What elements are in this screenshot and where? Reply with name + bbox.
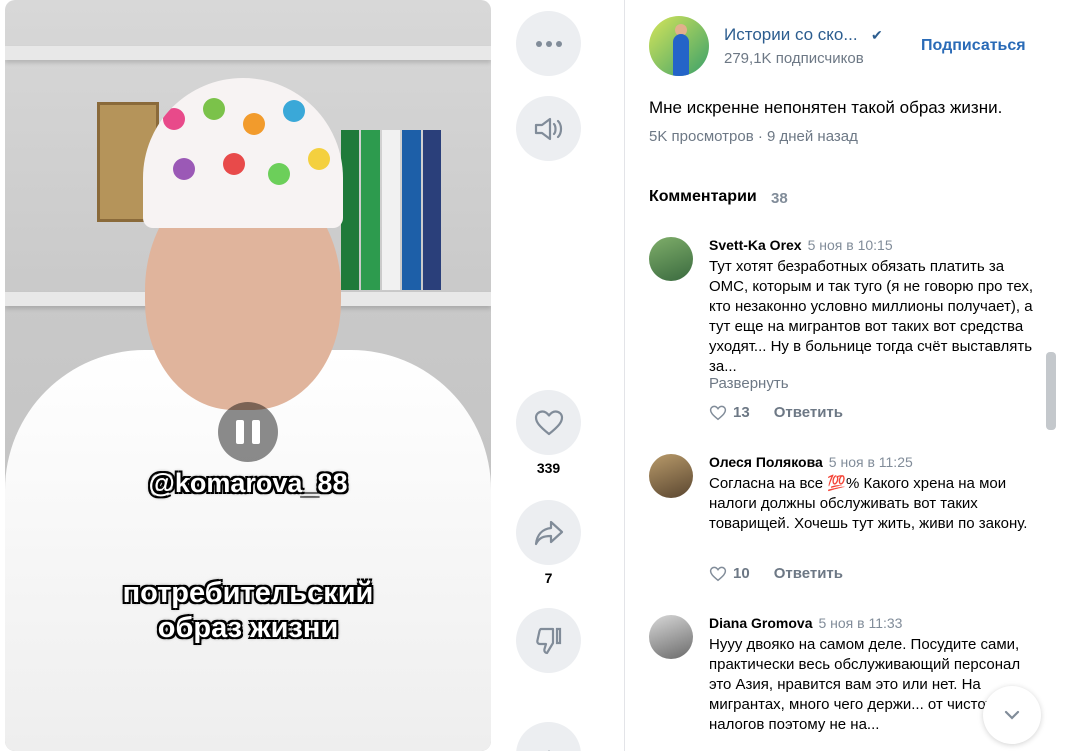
like-count: 339 <box>536 460 561 476</box>
comment-item: Олеся Полякова 5 ноя в 11:25 Согласна на … <box>649 454 1049 594</box>
video-title: Мне искренне непонятен такой образ жизни… <box>649 98 1003 117</box>
more-button[interactable] <box>516 11 581 76</box>
info-panel: Истории со ско... ✔ 279,1K подписчиков П… <box>624 0 1065 751</box>
channel-avatar[interactable] <box>649 16 709 76</box>
heart-icon <box>534 409 563 435</box>
video-player[interactable]: @komarova_88 потребительский образ жизни <box>5 0 491 751</box>
comment-like-count: 13 <box>733 404 750 421</box>
comment-avatar[interactable] <box>649 454 693 498</box>
video-meta: 5K просмотров · 9 дней назад <box>649 128 858 145</box>
video-overlay-caption: потребительский образ жизни <box>122 577 374 644</box>
surgical-cap <box>143 78 343 228</box>
volume-icon <box>534 117 562 140</box>
dislike-button[interactable] <box>516 608 581 673</box>
comment-avatar[interactable] <box>649 615 693 659</box>
comment-date[interactable]: 5 ноя в 11:25 <box>829 454 913 470</box>
channel-name[interactable]: Истории со ско... <box>724 25 858 45</box>
previous-clip-button[interactable] <box>516 722 581 751</box>
subscribe-button[interactable]: Подписаться <box>921 37 1026 55</box>
comment-like-count: 10 <box>733 565 750 582</box>
comment-author[interactable]: Diana Gromova 5 ноя в 11:33 <box>709 615 902 631</box>
more-icon <box>535 40 562 47</box>
comment-author[interactable]: Svett-Ka Orex 5 ноя в 10:15 <box>709 237 893 253</box>
comment-footer: 13 Ответить <box>709 404 843 421</box>
chevron-down-icon <box>1004 710 1020 720</box>
comment-footer: 10 Ответить <box>709 565 843 582</box>
shelf <box>5 46 491 60</box>
comment-text: Согласна на все 💯% Какого хрена на мои н… <box>709 475 1028 532</box>
subscriber-count: 279,1K подписчиков <box>724 50 864 67</box>
expand-comment-link[interactable]: Развернуть <box>709 375 789 392</box>
dislike-icon <box>535 627 561 654</box>
reply-button[interactable]: Ответить <box>774 404 843 421</box>
verified-icon: ✔ <box>871 27 883 43</box>
volume-button[interactable] <box>516 96 581 161</box>
reply-button[interactable]: Ответить <box>774 565 843 582</box>
comment-author[interactable]: Олеся Полякова 5 ноя в 11:25 <box>709 454 913 470</box>
comments-header: Комментарии <box>649 188 757 205</box>
scroll-down-button[interactable] <box>983 686 1041 744</box>
comment-item: Svett-Ka Orex 5 ноя в 10:15 Тут хотят без… <box>649 237 1049 427</box>
clip-viewer: @komarova_88 потребительский образ жизни… <box>0 0 1065 751</box>
comment-text: Тут хотят безработных обязать платить за… <box>709 258 1034 375</box>
share-icon <box>534 520 563 545</box>
books <box>341 130 442 290</box>
share-button[interactable] <box>516 500 581 565</box>
comment-date[interactable]: 5 ноя в 10:15 <box>808 237 893 253</box>
scrollbar-thumb[interactable] <box>1046 352 1056 430</box>
comment-date[interactable]: 5 ноя в 11:33 <box>818 615 902 631</box>
heart-icon[interactable] <box>709 405 727 421</box>
pause-button[interactable] <box>218 402 278 462</box>
pause-icon <box>236 420 244 444</box>
like-button[interactable] <box>516 390 581 455</box>
comments-count: 38 <box>771 190 788 207</box>
comment-avatar[interactable] <box>649 237 693 281</box>
share-count: 7 <box>544 570 553 586</box>
video-overlay-handle: @komarova_88 <box>148 468 348 498</box>
action-column: 339 7 <box>516 0 581 751</box>
heart-icon[interactable] <box>709 566 727 582</box>
